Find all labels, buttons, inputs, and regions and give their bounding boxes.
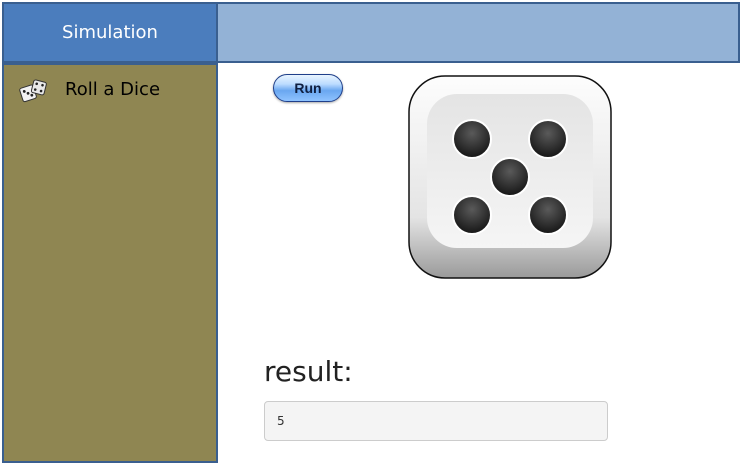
sidebar-header-title: Simulation <box>62 22 158 43</box>
sidebar: Roll a Dice <box>2 63 218 463</box>
result-field[interactable] <box>264 401 608 441</box>
sidebar-item-label: Roll a Dice <box>65 79 161 100</box>
result-label: result: <box>264 355 353 388</box>
dice-icon <box>19 79 47 103</box>
divider <box>216 59 218 463</box>
run-button[interactable]: Run <box>273 74 343 102</box>
sidebar-item-roll-a-dice[interactable]: Roll a Dice <box>4 77 216 105</box>
main-header <box>218 2 740 63</box>
sidebar-header: Simulation <box>2 2 218 63</box>
dice-face-five <box>408 75 612 279</box>
